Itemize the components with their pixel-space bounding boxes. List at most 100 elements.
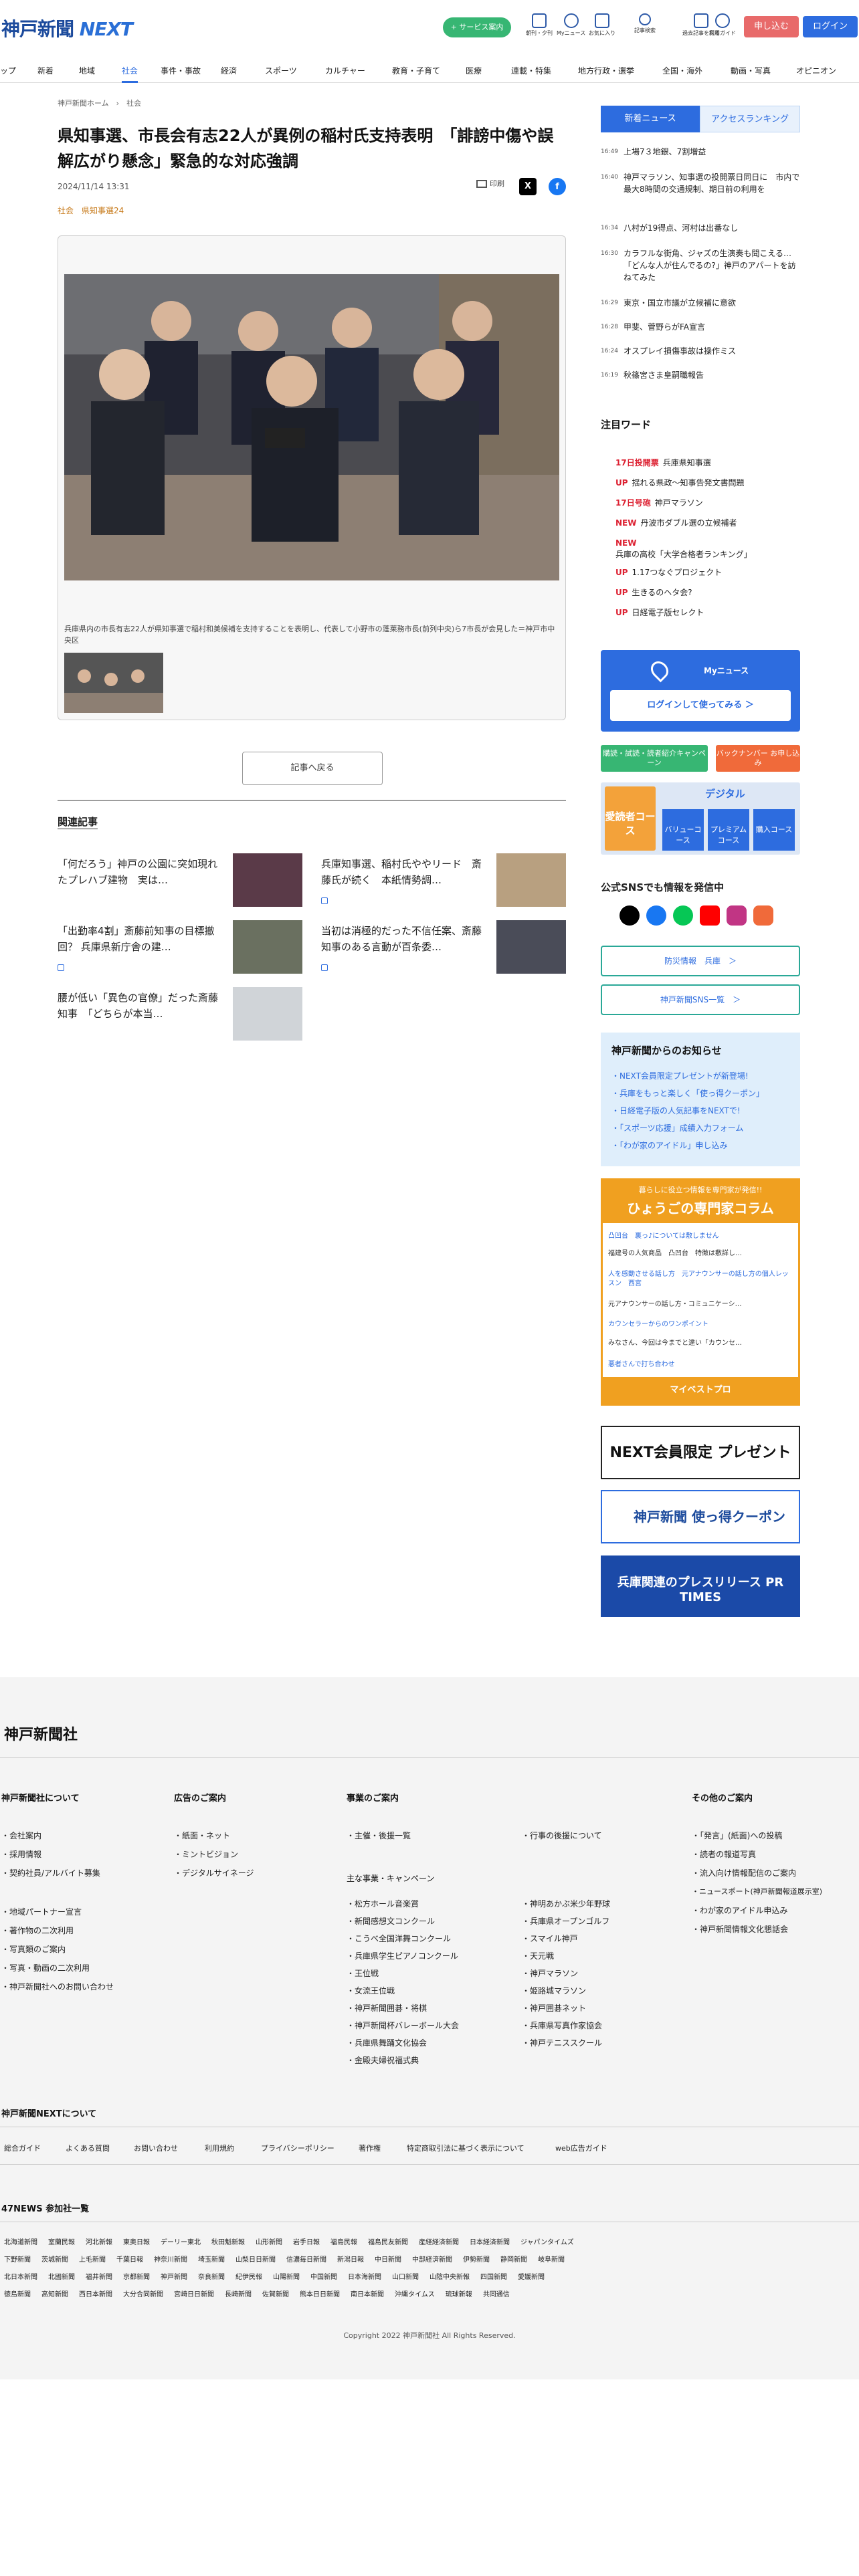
footer-link[interactable]: 特定商取引法に基づく表示について <box>407 2143 524 2153</box>
related-article[interactable]: 「出勤率4割」斎藤前知事の目標撤回？ 兵庫県新庁舎の建… <box>58 920 305 978</box>
footer-link[interactable]: ・兵庫県舞踊文化協会 <box>347 2037 427 2048</box>
nav-item[interactable]: 動画・写真 <box>731 62 771 83</box>
bookmark-icon[interactable]: お気に入り <box>589 13 615 37</box>
purchase-course-button[interactable]: 購入コース <box>753 809 795 851</box>
main-photo[interactable] <box>64 274 559 580</box>
voicy-icon[interactable] <box>753 905 773 926</box>
mynews-login-button[interactable]: ログインして使ってみる ＞ <box>610 690 791 721</box>
footer-link[interactable]: ・「発言」(紙面)への投稿 <box>692 1830 782 1841</box>
coupon-banner[interactable]: 神戸新聞 使っ得クーポン <box>601 1490 800 1543</box>
nav-item[interactable]: ップ <box>0 62 16 83</box>
nav-item[interactable]: スポーツ <box>265 62 297 83</box>
trending-word[interactable]: 17日投開票 兵庫県知事選 <box>615 457 711 469</box>
footer-link[interactable]: ・こうべ全国洋舞コンクール <box>347 1933 451 1944</box>
nav-item[interactable]: 事件・事故 <box>161 62 201 83</box>
footer-link[interactable]: ・兵庫県写真作家協会 <box>522 2020 602 2031</box>
login-button[interactable]: ログイン <box>803 16 858 37</box>
footer-link[interactable]: ・兵庫県学生ピアノコンクール <box>347 1950 458 1961</box>
facebook-share-icon[interactable]: f <box>549 178 566 195</box>
news-item[interactable]: 16:34 八村が19得点、河村は出番なし <box>601 222 800 234</box>
footer-link[interactable]: web広告ガイド <box>555 2143 607 2153</box>
expert-column-header[interactable]: 暮らしに役立つ情報を専門家が発信!! ひょうごの専門家コラム <box>603 1180 798 1223</box>
back-number-button[interactable]: バックナンバー お申し込み <box>716 745 800 772</box>
article-tags[interactable]: 社会 県知事選24 <box>58 205 124 216</box>
nav-item[interactable]: 新着 <box>37 62 54 83</box>
news-item[interactable]: 16:19 秋篠宮さま皇嗣職報告 <box>601 369 800 381</box>
footer-link[interactable]: ・読者の報道写真 <box>692 1848 756 1860</box>
breadcrumb[interactable]: 神戸新聞ホーム › 社会 <box>58 98 141 108</box>
footer-link[interactable]: ・デジタルサイネージ <box>174 1867 254 1879</box>
nav-item-active[interactable]: 社会 <box>122 62 138 83</box>
nav-item[interactable]: 経済 <box>221 62 237 83</box>
footer-link[interactable]: プライバシーポリシー <box>261 2143 335 2153</box>
footer-link[interactable]: ・新聞感想文コンクール <box>347 1915 435 1927</box>
footer-link[interactable]: ・わが家のアイドル申込み <box>692 1905 787 1916</box>
notice-link[interactable]: ・NEXT会員限定プレゼントが新登場! <box>611 1070 749 1081</box>
footer-link[interactable]: ・神明あかぶ米少年野球 <box>522 1898 610 1909</box>
footer-link[interactable]: ・地域パートナー宣言 <box>1 1906 82 1917</box>
footer-link[interactable]: ・流入向け情報配信のご案内 <box>692 1867 796 1879</box>
footer-link[interactable]: 著作権 <box>359 2143 381 2153</box>
news-item[interactable]: 16:40 神戸マラソン、知事選の投開票日同日に 市内で最大8時間の交通規制、期日… <box>601 171 800 195</box>
x-icon[interactable] <box>619 905 640 926</box>
paper-icon[interactable]: 朝刊・夕刊 <box>526 13 553 37</box>
trending-word[interactable]: UP 日経電子版セレクト <box>615 607 704 619</box>
expert-link[interactable]: 人を感動させる話し方 元アナウンサーの話し方の個人レッスン 西宮 <box>608 1270 793 1289</box>
footer-link[interactable]: ・主催・後援一覧 <box>347 1830 411 1841</box>
footer-link[interactable]: ・女流王位戦 <box>347 1985 395 1996</box>
footer-link[interactable]: ・契約社員/アルバイト募集 <box>1 1867 100 1879</box>
sns-list-button[interactable]: 神戸新聞SNS一覧 ＞ <box>601 984 800 1015</box>
footer-link[interactable]: お問い合わせ <box>134 2143 178 2153</box>
premium-course-button[interactable]: プレミアムコース <box>708 809 749 851</box>
footer-link[interactable]: ・松方ホール音楽賞 <box>347 1898 419 1909</box>
trending-word[interactable]: UP 揺れる県政～知事告発文書問題 <box>615 477 745 489</box>
photo-thumbnail[interactable] <box>64 653 163 713</box>
trending-word[interactable]: NEW 兵庫の高校「大学合格者ランキング」 <box>615 538 752 560</box>
subscribe-button[interactable]: 申し込む <box>744 16 799 37</box>
notice-link[interactable]: ・「スポーツ応援」成績入力フォーム <box>611 1122 743 1134</box>
footer-link[interactable]: ・神戸マラソン <box>522 1967 578 1979</box>
footer-link[interactable]: ・紙面・ネット <box>174 1830 230 1841</box>
footer-link[interactable]: ・ニュースポート(神戸新聞報道展示室) <box>692 1886 822 1897</box>
service-guide-button[interactable]: + サービス案内 <box>443 17 511 37</box>
nav-item[interactable]: 連載・特集 <box>511 62 551 83</box>
footer-link[interactable]: ・採用情報 <box>1 1848 41 1860</box>
footer-link[interactable]: ・神戸新聞情報文化懇話会 <box>692 1923 788 1935</box>
related-article[interactable]: 「何だろう」神戸の公園に突如現れたプレハブ建物 実は… <box>58 853 305 911</box>
trending-word[interactable]: UP 1.17つなぐプロジェクト <box>615 567 722 578</box>
footer-link[interactable]: ・金殿夫婦祝福式典 <box>347 2054 419 2066</box>
search-icon[interactable]: 記事検索 <box>634 13 656 34</box>
footer-link[interactable]: ・王位戦 <box>347 1967 379 1979</box>
footer-logo[interactable]: 神戸新聞社 <box>4 1723 78 1744</box>
footer-link[interactable]: ・姫路城マラソン <box>522 1985 586 1996</box>
nav-item[interactable]: 教育・子育て <box>392 62 440 83</box>
youtube-icon[interactable] <box>700 905 720 926</box>
footer-link[interactable]: ・写真・動画の二次利用 <box>1 1962 90 1973</box>
value-course-button[interactable]: バリューコース <box>662 809 704 851</box>
notice-link[interactable]: ・兵庫をもっと楽しく「使っ得クーポン」 <box>611 1087 764 1099</box>
mybestpro-button[interactable]: マイベストプロ <box>603 1377 798 1404</box>
line-icon[interactable] <box>673 905 693 926</box>
footer-link[interactable]: ・神戸新聞社へのお問い合わせ <box>1 1981 114 1992</box>
nav-item[interactable]: 全国・海外 <box>662 62 702 83</box>
footer-link[interactable]: ・神戸囲碁ネット <box>522 2002 586 2014</box>
trending-word[interactable]: NEW 丹波市ダブル選の立候補者 <box>615 518 737 529</box>
footer-link[interactable]: ・行事の後援について <box>522 1830 602 1841</box>
nav-item[interactable]: 医療 <box>466 62 482 83</box>
nav-item[interactable]: 地域 <box>79 62 95 83</box>
footer-link[interactable]: ・兵庫県オープンゴルフ <box>522 1915 609 1927</box>
expert-link[interactable]: 悪者さんで打ち合わせ <box>608 1358 793 1368</box>
expert-link[interactable]: カウンセラーからのワンポイント <box>608 1318 793 1328</box>
news-item[interactable]: 16:49 上場7３地銀、7割増益 <box>601 146 800 158</box>
trending-word[interactable]: UP 生きるのヘタ会? <box>615 587 692 599</box>
related-article[interactable]: 当初は消極的だった不信任案、斎藤知事のある言動が百条委… <box>321 920 569 978</box>
nav-item[interactable]: 地方行政・選挙 <box>578 62 634 83</box>
footer-link[interactable]: 利用規約 <box>205 2143 234 2153</box>
footer-link[interactable]: ・神戸テニススクール <box>522 2037 602 2048</box>
footer-link[interactable]: ・神戸新聞囲碁・将棋 <box>347 2002 427 2014</box>
nav-item[interactable]: カルチャー <box>325 62 365 83</box>
footer-link[interactable]: ・天元戦 <box>522 1950 554 1961</box>
disaster-info-button[interactable]: 防災情報 兵庫 ＞ <box>601 946 800 976</box>
print-button[interactable]: 印刷 <box>476 178 504 189</box>
nav-item[interactable]: オピニオン <box>796 62 836 83</box>
